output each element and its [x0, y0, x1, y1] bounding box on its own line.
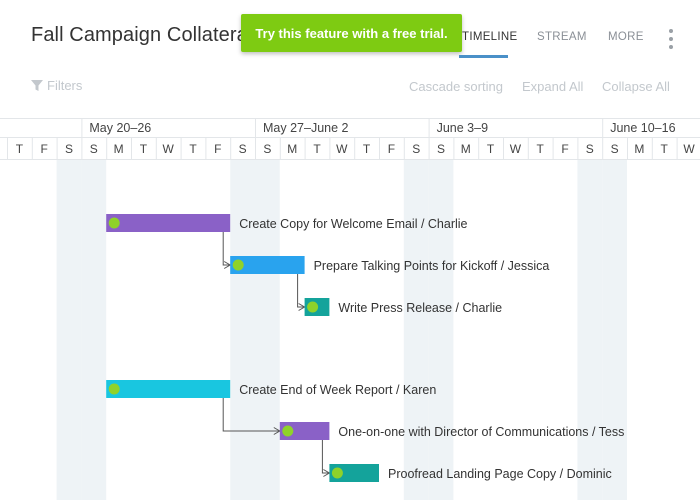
day-label: W	[683, 142, 695, 156]
filter-icon	[31, 79, 43, 91]
page-title: Fall Campaign Collateral	[31, 24, 253, 46]
day-label: F	[214, 142, 221, 156]
day-label: W	[336, 142, 348, 156]
filters-label: Filters	[47, 78, 83, 93]
task-status-dot[interactable]	[232, 259, 244, 271]
task-status-dot[interactable]	[108, 217, 120, 229]
dependency-line	[222, 232, 230, 266]
collapse-all-button[interactable]: Collapse All	[602, 79, 670, 94]
task-item[interactable]: One-on-one with Director of Communicatio…	[279, 422, 625, 440]
task-item[interactable]: Write Press Release / Charlie	[304, 298, 503, 316]
task-label[interactable]: Proofread Landing Page Copy / Dominic	[388, 467, 612, 481]
day-label: S	[239, 142, 247, 156]
day-label: T	[16, 142, 24, 156]
task-item[interactable]: Create Copy for Welcome Email / Charlie	[106, 214, 468, 232]
week-label: May 27–June 2	[263, 121, 349, 135]
day-label: S	[412, 142, 420, 156]
task-status-dot[interactable]	[282, 425, 294, 437]
day-label: T	[537, 142, 545, 156]
task-item[interactable]: Create End of Week Report / Karen	[106, 380, 436, 398]
day-label: T	[189, 142, 197, 156]
task-item[interactable]: Proofread Landing Page Copy / Dominic	[329, 464, 612, 482]
task-bar[interactable]	[106, 380, 231, 398]
day-label: M	[287, 142, 297, 156]
tab-timeline[interactable]: TIMELINE	[462, 31, 517, 43]
cascade-sorting-button[interactable]: Cascade sorting	[409, 79, 503, 94]
day-label: F	[388, 142, 395, 156]
day-label: T	[487, 142, 495, 156]
day-label: W	[510, 142, 522, 156]
week-label: May 20–26	[89, 121, 151, 135]
active-tab-indicator	[459, 55, 508, 58]
task-bar[interactable]	[106, 214, 231, 232]
toolbar: Filters Cascade sorting Expand All Colla…	[0, 70, 700, 110]
timeline-grid[interactable]: May 20–26 May 27–June 2 June 3–9 June 10–16…	[0, 118, 700, 500]
week-header-row: May 20–26 May 27–June 2 June 3–9 June 10–16	[89, 121, 675, 135]
dependency-line	[297, 274, 304, 308]
filters-button[interactable]: Filters	[31, 78, 82, 93]
task-status-dot[interactable]	[307, 301, 319, 313]
task-status-dot[interactable]	[108, 383, 120, 395]
tab-stream[interactable]: STREAM	[537, 31, 587, 43]
day-label: S	[65, 142, 73, 156]
task-label[interactable]: Write Press Release / Charlie	[338, 301, 502, 315]
day-label: W	[163, 142, 175, 156]
day-label: M	[461, 142, 471, 156]
day-label: S	[263, 142, 271, 156]
weekend-shading	[56, 159, 627, 500]
dependency-line	[321, 440, 329, 474]
day-label: S	[611, 142, 619, 156]
task-label[interactable]: One-on-one with Director of Communicatio…	[338, 425, 624, 439]
free-trial-banner[interactable]: Try this feature with a free trial.	[241, 14, 462, 52]
more-options-icon[interactable]	[664, 28, 678, 50]
day-label: T	[363, 142, 371, 156]
day-label: S	[90, 142, 98, 156]
day-label: T	[313, 142, 321, 156]
day-header-row: TFSSMTWTFSSMTWTFSSMTWTFSSMTW	[16, 142, 696, 156]
day-label: S	[437, 142, 445, 156]
task-label[interactable]: Create End of Week Report / Karen	[239, 383, 436, 397]
day-label: M	[634, 142, 644, 156]
tab-more[interactable]: MORE	[608, 31, 644, 43]
task-label[interactable]: Prepare Talking Points for Kickoff / Jes…	[314, 259, 550, 273]
header: Fall Campaign Collateral Try this featur…	[0, 0, 700, 70]
day-label: T	[140, 142, 148, 156]
week-label: June 3–9	[437, 121, 488, 135]
task-status-dot[interactable]	[331, 467, 343, 479]
day-label: T	[661, 142, 669, 156]
day-label: F	[41, 142, 48, 156]
task-item[interactable]: Prepare Talking Points for Kickoff / Jes…	[230, 256, 549, 274]
day-label: M	[114, 142, 124, 156]
task-label[interactable]: Create Copy for Welcome Email / Charlie	[239, 217, 467, 231]
day-label: F	[561, 142, 568, 156]
day-label: S	[586, 142, 594, 156]
task-bars: Create Copy for Welcome Email / Charlie P…	[106, 214, 624, 482]
week-label: June 10–16	[610, 121, 675, 135]
expand-all-button[interactable]: Expand All	[522, 79, 583, 94]
